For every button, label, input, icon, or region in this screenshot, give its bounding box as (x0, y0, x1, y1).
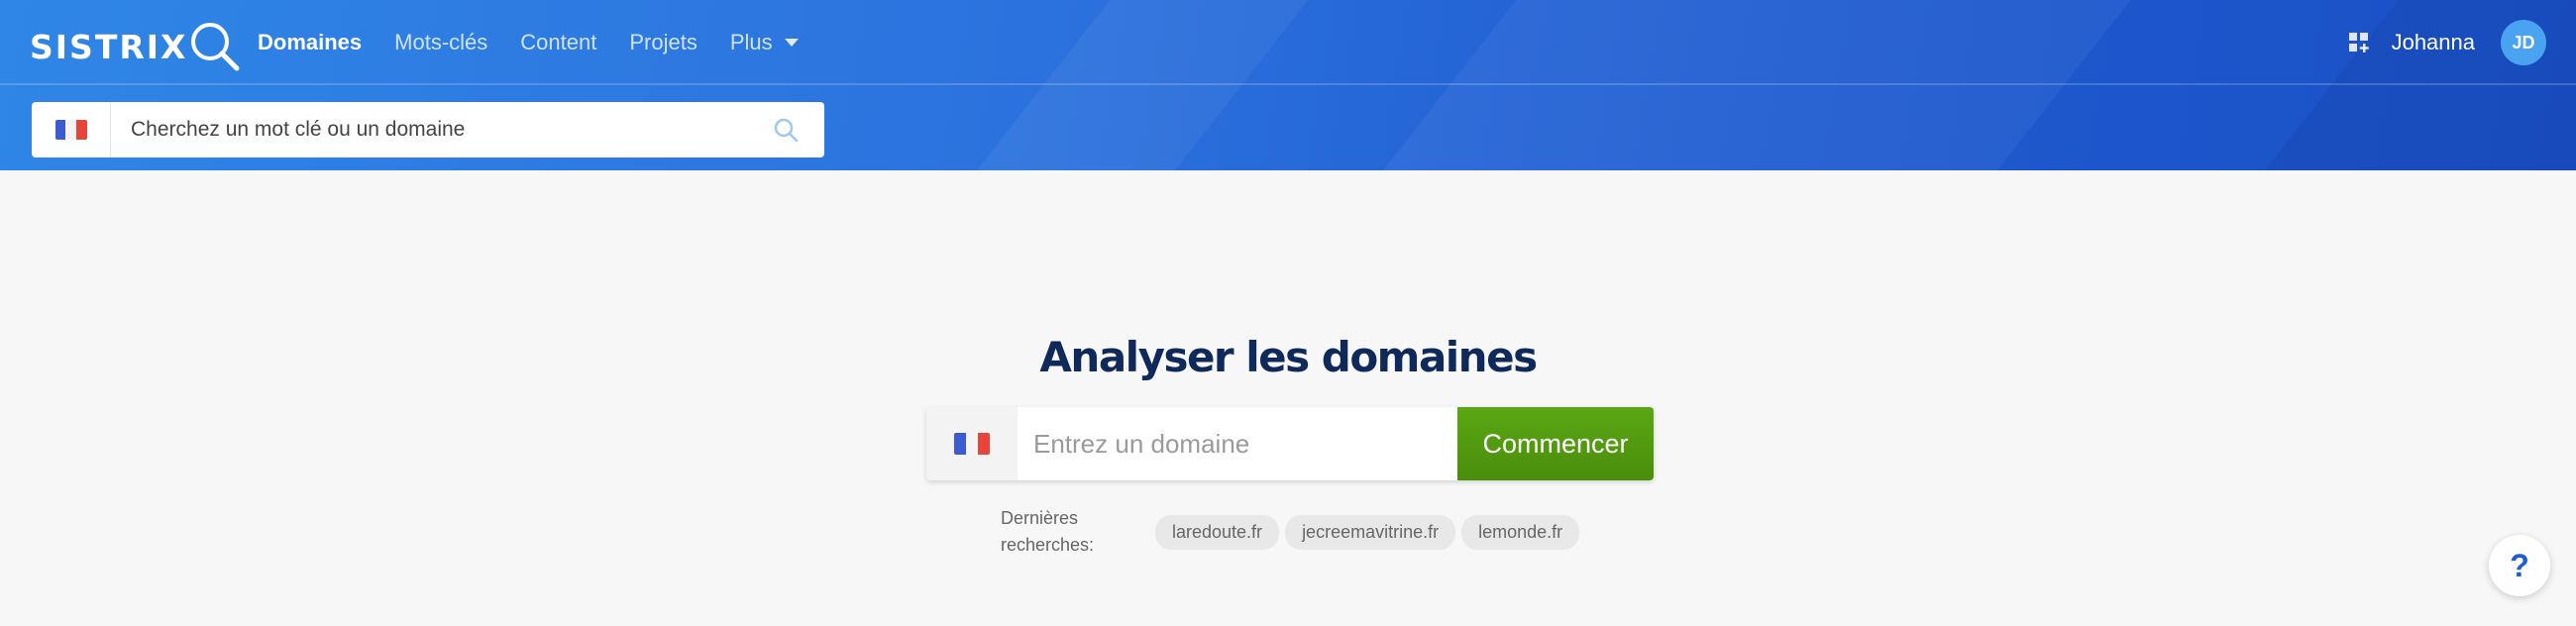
fr-flag-icon (54, 120, 87, 140)
nav-label: Plus (729, 30, 773, 54)
country-selector[interactable] (32, 102, 111, 157)
top-header: SISTRIX Domaines Mots-clés Content Proje… (0, 0, 2576, 170)
help-button[interactable]: ? (2489, 535, 2550, 596)
domain-country-selector[interactable] (926, 407, 1018, 480)
recent-searches-label: Dernières recherches: (1001, 508, 1095, 555)
domain-input[interactable] (1018, 407, 1457, 480)
avatar[interactable]: JD (2501, 20, 2546, 65)
nav-label: Projets (629, 30, 698, 54)
fr-flag-icon (954, 433, 990, 455)
nav-label: Content (520, 30, 597, 54)
recent-search-chip[interactable]: lemonde.fr (1461, 514, 1580, 550)
nav-label: Domaines (258, 30, 363, 54)
domain-search-form: Commencer (926, 407, 1654, 480)
logo-text: SISTRIX (30, 27, 188, 66)
nav-item-content[interactable]: Content (520, 30, 596, 55)
user-area: Johanna JD (2348, 20, 2546, 65)
search-icon[interactable] (773, 117, 799, 143)
nav-item-plus[interactable]: Plus (730, 30, 799, 55)
help-icon: ? (2510, 547, 2529, 583)
global-search-input[interactable] (111, 102, 773, 157)
magnifier-logo-icon (191, 23, 240, 71)
recent-search-chip[interactable]: laredoute.fr (1155, 514, 1280, 550)
nav-item-projets[interactable]: Projets (629, 30, 697, 55)
recent-search-chip[interactable]: jecreemavitrine.fr (1285, 514, 1456, 550)
sistrix-logo[interactable]: SISTRIX (30, 22, 241, 71)
caret-down-icon (784, 39, 799, 47)
global-search-bar (32, 102, 824, 157)
user-name[interactable]: Johanna (2392, 30, 2475, 55)
recent-searches: Dernières recherches: laredoute.fr jecree… (1001, 505, 1585, 559)
recent-search-chips: laredoute.fr jecreemavitrine.fr lemonde.… (1155, 514, 1585, 550)
nav-item-domaines[interactable]: Domaines (258, 30, 362, 55)
nav-label: Mots-clés (394, 30, 488, 54)
main-nav: Domaines Mots-clés Content Projets Plus (258, 28, 831, 57)
start-button[interactable]: Commencer (1457, 407, 1654, 480)
nav-item-mots-cles[interactable]: Mots-clés (394, 30, 487, 55)
page-title: Analyser les domaines (1039, 333, 1538, 381)
add-widget-icon[interactable] (2348, 32, 2370, 53)
header-divider (0, 83, 2576, 85)
